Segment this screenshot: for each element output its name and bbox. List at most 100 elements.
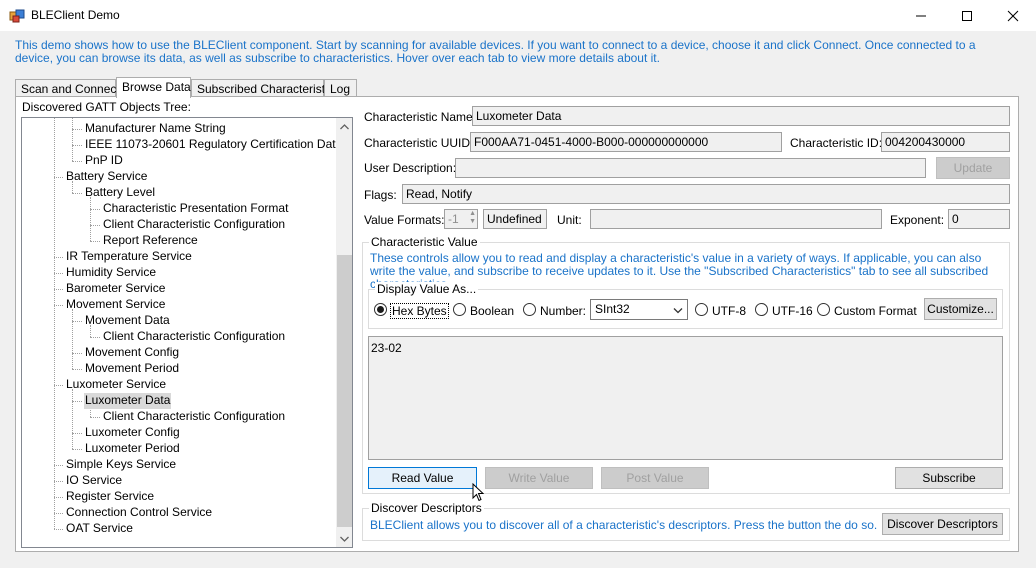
tree-connector	[72, 118, 73, 161]
tab-browse-data[interactable]: Browse Data	[116, 77, 191, 98]
update-button[interactable]: Update	[936, 157, 1010, 179]
user-description-field[interactable]	[455, 158, 926, 178]
subscribe-button[interactable]: Subscribe	[895, 467, 1003, 489]
tree-item[interactable]: PnP ID	[84, 153, 124, 169]
chevron-down-icon	[673, 303, 683, 317]
tree-connector	[54, 385, 63, 386]
discover-descriptors-help: BLEClient allows you to discover all of …	[370, 518, 878, 532]
characteristic-uuid-field[interactable]: F000AA71-0451-4000-B000-000000000000	[470, 132, 782, 152]
display-value-title: Display Value As...	[375, 282, 479, 296]
scroll-up-icon[interactable]	[336, 118, 352, 135]
tree-item[interactable]: Humidity Service	[65, 265, 157, 281]
characteristic-id-field[interactable]: 004200430000	[881, 132, 1010, 152]
value-formats-spinner[interactable]: -1 ▲ ▼	[444, 209, 478, 229]
tree-item[interactable]: Luxometer Service	[65, 377, 167, 393]
spinner-arrows-icon[interactable]: ▲ ▼	[469, 210, 476, 226]
value-formats-label: Value Formats:	[364, 213, 445, 227]
hex-bytes-label[interactable]: Hex Bytes	[390, 303, 449, 319]
boolean-label[interactable]: Boolean	[470, 304, 514, 318]
tree-connector	[90, 209, 100, 210]
minimize-button[interactable]	[898, 0, 944, 31]
tree-item[interactable]: Simple Keys Service	[65, 457, 177, 473]
tree-item[interactable]: Report Reference	[102, 233, 199, 249]
tree-item[interactable]: Manufacturer Name String	[84, 121, 227, 137]
tree-item[interactable]: IR Temperature Service	[65, 249, 193, 265]
tree-connector	[54, 118, 55, 529]
utf8-label[interactable]: UTF-8	[712, 304, 746, 318]
number-type-select[interactable]: SInt32	[590, 299, 688, 320]
tab-log[interactable]: Log	[324, 79, 357, 97]
scrollbar-thumb[interactable]	[337, 255, 352, 527]
tree-item[interactable]: OAT Service	[65, 521, 134, 537]
boolean-radio[interactable]	[453, 303, 466, 316]
hex-bytes-radio[interactable]	[374, 303, 387, 316]
tree-item[interactable]: Client Characteristic Configuration	[102, 217, 286, 233]
tree-scrollbar[interactable]	[336, 118, 352, 547]
close-icon	[1007, 10, 1019, 21]
tree-item[interactable]: Luxometer Period	[84, 441, 181, 457]
tree-item[interactable]: Luxometer Config	[84, 425, 181, 441]
tree-item[interactable]: Movement Period	[84, 361, 180, 377]
close-button[interactable]	[990, 0, 1036, 31]
exponent-field[interactable]: 0	[948, 209, 1010, 229]
tree-connector	[54, 513, 63, 514]
maximize-button[interactable]	[944, 0, 990, 31]
read-value-button[interactable]: Read Value	[368, 467, 477, 489]
tree-connector	[72, 369, 82, 370]
tab-subscribed-characteristics[interactable]: Subscribed Characteristics	[191, 79, 340, 97]
tree-item[interactable]: Movement Service	[65, 297, 166, 313]
tree-item[interactable]: Movement Data	[84, 313, 171, 329]
customize-button[interactable]: Customize...	[924, 298, 997, 320]
tree-item[interactable]: Register Service	[65, 489, 155, 505]
tree-item[interactable]: Connection Control Service	[65, 505, 213, 521]
tree-item[interactable]: Battery Level	[84, 185, 156, 201]
tree-item[interactable]: Barometer Service	[65, 281, 166, 297]
tree-item[interactable]: Client Characteristic Configuration	[102, 329, 286, 345]
tree-item[interactable]: Client Characteristic Configuration	[102, 409, 286, 425]
exponent-label: Exponent:	[890, 213, 945, 227]
gatt-tree[interactable]: Manufacturer Name String IEEE 11073-20601…	[21, 117, 353, 548]
number-label[interactable]: Number:	[540, 304, 586, 318]
tree-item[interactable]: Luxometer Data	[84, 393, 172, 409]
tree-connector	[90, 241, 100, 242]
tree-item[interactable]: IO Service	[65, 473, 123, 489]
tree-connector	[54, 497, 63, 498]
tree-connector	[72, 145, 82, 146]
tree-connector	[54, 273, 63, 274]
tree-connector	[72, 449, 82, 450]
tree-item[interactable]: Characteristic Presentation Format	[102, 201, 289, 217]
tree-connector	[54, 177, 63, 178]
flags-field[interactable]: Read, Notify	[402, 184, 1010, 204]
tree-connector	[72, 193, 82, 194]
tree-connector	[72, 353, 82, 354]
tree-item[interactable]: Movement Config	[84, 345, 180, 361]
user-description-label: User Description:	[364, 161, 457, 175]
tree-item[interactable]: Battery Service	[65, 169, 148, 185]
utf16-label[interactable]: UTF-16	[772, 304, 813, 318]
tree-connector	[54, 481, 63, 482]
utf8-radio[interactable]	[695, 303, 708, 316]
tab-scan-and-connect[interactable]: Scan and Connect	[15, 79, 120, 97]
tree-label: Discovered GATT Objects Tree:	[22, 100, 191, 114]
custom-format-radio[interactable]	[817, 303, 830, 316]
number-radio[interactable]	[523, 303, 536, 316]
value-format-field[interactable]: Undefined	[483, 209, 547, 229]
characteristic-value-box[interactable]: 23-02	[368, 336, 1003, 460]
minimize-icon	[916, 15, 926, 16]
characteristic-name-label: Characteristic Name:	[364, 110, 477, 124]
write-value-button[interactable]: Write Value	[485, 467, 593, 489]
tree-connector	[90, 225, 100, 226]
tree-connector	[54, 289, 63, 290]
tree-item[interactable]: IEEE 11073-20601 Regulatory Certificatio…	[84, 137, 352, 153]
post-value-button[interactable]: Post Value	[601, 467, 709, 489]
tree-connector	[90, 337, 100, 338]
tree-connector	[72, 321, 82, 322]
unit-field[interactable]	[590, 209, 882, 229]
tree-connector	[54, 305, 63, 306]
discover-descriptors-button[interactable]: Discover Descriptors	[882, 513, 1003, 535]
custom-format-label[interactable]: Custom Format	[834, 304, 917, 318]
utf16-radio[interactable]	[755, 303, 768, 316]
scroll-down-icon[interactable]	[336, 530, 352, 547]
characteristic-name-field[interactable]: Luxometer Data	[472, 106, 1010, 126]
tree-connector	[54, 257, 63, 258]
